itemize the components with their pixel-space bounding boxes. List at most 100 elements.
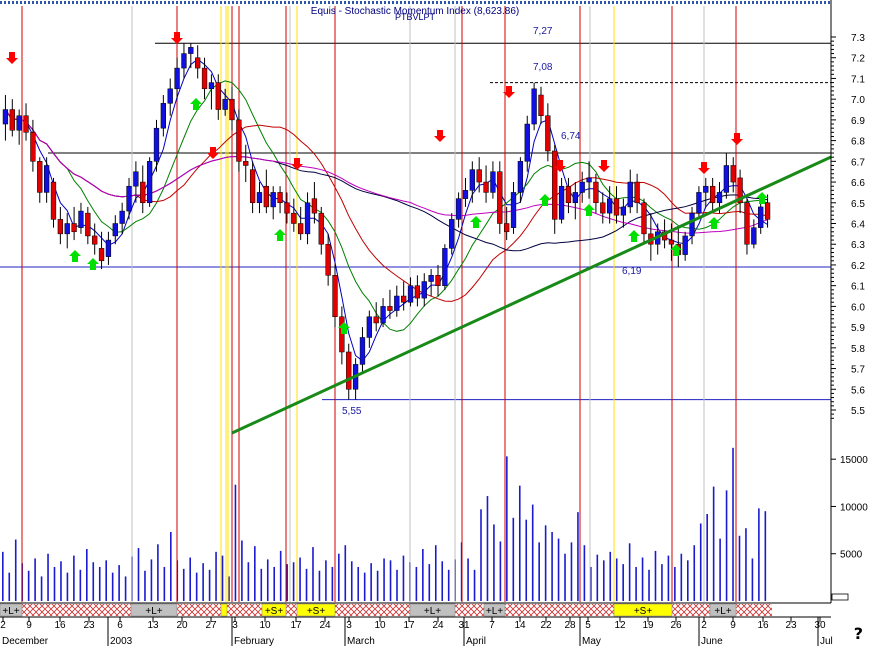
header-dot	[424, 1, 426, 4]
stock-chart: 7,27 7,08 6,74 6,19 5,55 7.3 7.2 7.1 7.0 6.9 6.8 6…	[0, 0, 879, 647]
level-label: 7,08	[533, 62, 553, 73]
header-dot	[376, 1, 378, 4]
header-dot	[256, 1, 258, 4]
header-dot	[736, 1, 738, 4]
candle-body	[311, 198, 318, 214]
candle-body	[201, 67, 208, 90]
header-dot	[304, 1, 306, 4]
header-dot	[520, 1, 522, 4]
volume-bar	[738, 535, 741, 601]
month-label: February	[234, 636, 274, 647]
candle-body	[723, 165, 730, 193]
header-dot	[752, 1, 754, 4]
volume-bar	[292, 562, 295, 601]
price-tick-label: 6.6	[851, 178, 865, 189]
header-dot	[292, 1, 294, 4]
volume-bar	[92, 562, 95, 601]
candle-body	[160, 103, 167, 129]
header-dot	[780, 1, 782, 4]
header-dot	[652, 1, 654, 4]
header-dot	[324, 1, 326, 4]
header-dot	[264, 1, 266, 4]
volume-bar	[602, 560, 605, 601]
candle-body	[751, 227, 757, 245]
header-dot	[464, 1, 466, 4]
candle-body	[579, 181, 585, 193]
header-dot	[156, 1, 158, 4]
header-dot	[404, 1, 406, 4]
candle-body	[105, 239, 112, 257]
candle-body	[140, 181, 146, 204]
price-tick-label: 7.2	[851, 54, 865, 65]
header-dot	[384, 1, 386, 4]
candle-body	[517, 161, 524, 193]
header-dot	[640, 1, 642, 4]
help-icon[interactable]: ?	[854, 624, 863, 643]
volume-bar	[357, 566, 360, 601]
header-dot	[500, 1, 502, 4]
volume-bar	[712, 486, 715, 601]
header-dot	[108, 1, 110, 4]
level-label: 6,74	[561, 131, 581, 142]
day-label: 3	[232, 620, 238, 631]
volume-bar	[725, 490, 728, 601]
header-dot	[72, 1, 74, 4]
header-dot	[796, 1, 798, 4]
volume-bar	[635, 566, 637, 601]
day-label: 2	[0, 620, 6, 631]
header-dot	[268, 1, 270, 4]
month-label: Jul	[820, 636, 833, 647]
volume-bar	[628, 543, 631, 601]
volume-bar	[389, 560, 392, 601]
price-tick-label: 6.2	[851, 261, 865, 272]
candle-body	[229, 98, 235, 121]
candle-body	[414, 285, 421, 299]
day-label: 24	[432, 620, 444, 631]
header-dot	[4, 1, 6, 4]
header-dot	[472, 1, 474, 4]
candle-body	[668, 239, 675, 245]
strip-segment	[220, 603, 228, 617]
strip-label: +S+	[634, 606, 653, 617]
candle-body	[586, 177, 592, 183]
header-dot	[692, 1, 694, 4]
header-dot	[636, 1, 638, 4]
header-dot	[168, 1, 170, 4]
candle-body	[126, 185, 132, 212]
volume-bar	[480, 509, 482, 601]
month-label: May	[582, 636, 601, 647]
header-dot	[568, 1, 570, 4]
candle-body	[606, 198, 613, 214]
volume-bar	[163, 566, 166, 601]
volume-bar	[641, 557, 644, 601]
volume-bar	[551, 531, 553, 601]
header-dot	[332, 1, 334, 4]
header-dot	[36, 1, 38, 4]
volume-bar	[447, 569, 450, 601]
header-dot	[148, 1, 150, 4]
volume-bar	[493, 524, 495, 601]
header-dot	[468, 1, 470, 4]
candle-body	[730, 165, 736, 183]
candle-body	[249, 169, 256, 204]
candle-body	[298, 223, 304, 235]
candle-body	[476, 169, 482, 183]
day-label: 14	[514, 620, 526, 631]
volume-bar	[241, 540, 243, 601]
volume-bar	[111, 572, 114, 601]
volume-bar	[182, 568, 185, 601]
header-dot	[812, 1, 814, 4]
header-dot	[444, 1, 446, 4]
header-dot	[152, 1, 154, 4]
candle-body	[490, 171, 496, 193]
header-dot	[288, 1, 290, 4]
volume-bar	[363, 572, 366, 601]
volume-bar	[506, 456, 508, 601]
header-dot	[800, 1, 802, 4]
header-dot	[212, 1, 214, 4]
header-dot	[496, 1, 498, 4]
header-dot	[252, 1, 254, 4]
volume-bar	[350, 561, 353, 601]
candle-body	[709, 185, 716, 204]
candle-body	[524, 123, 530, 162]
